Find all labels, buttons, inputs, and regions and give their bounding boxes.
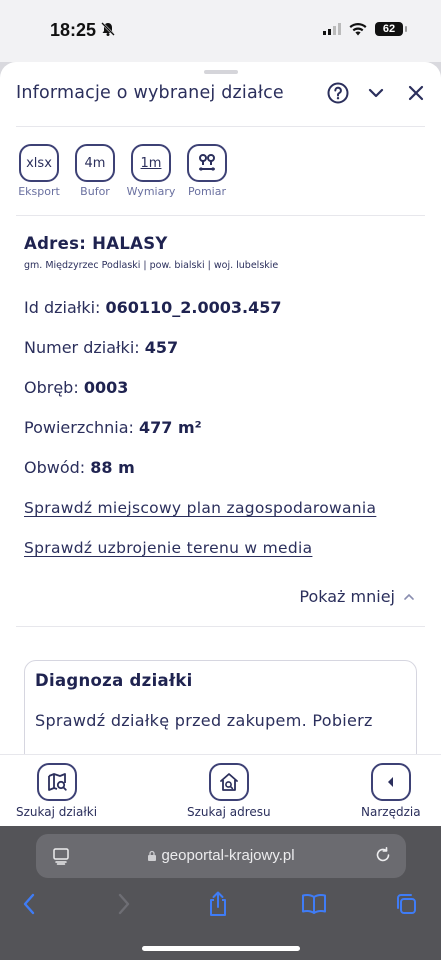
collapse-button[interactable] — [363, 80, 389, 106]
parcel-address-region: gm. Międzyrzec Podlaski | pow. bialski |… — [24, 260, 279, 271]
area-value: 477 m² — [139, 418, 202, 437]
house-search-icon — [208, 763, 249, 801]
chevron-down-icon — [368, 88, 384, 98]
share-button[interactable] — [206, 891, 230, 916]
export-label: Eksport — [18, 185, 60, 198]
buffer-icon: 4m — [75, 144, 115, 182]
precinct-value: 0003 — [83, 378, 129, 397]
chevron-left-icon — [370, 763, 411, 801]
header-divider — [16, 126, 425, 127]
tools-label: Narzędzia — [361, 805, 421, 819]
parcel-id-value: 060110_2.0003.457 — [105, 298, 282, 317]
show-less-button[interactable]: Pokaż mniej — [299, 587, 415, 606]
book-icon — [302, 894, 326, 914]
area-row: Powierzchnia: 477 m² — [24, 418, 202, 437]
bookmarks-button[interactable] — [300, 892, 328, 916]
zoning-plan-link[interactable]: Sprawdź miejscowy plan zagospodarowania — [24, 499, 376, 517]
close-button[interactable] — [403, 80, 429, 106]
diagnosis-card[interactable]: Diagnoza działki Sprawdź działkę przed z… — [24, 660, 417, 754]
area-label: Powierzchnia: — [24, 418, 140, 437]
search-parcel-label: Szukaj działki — [16, 805, 98, 819]
tabs-icon — [397, 894, 416, 914]
battery-icon: 62 — [375, 22, 407, 36]
precinct-label: Obręb: — [24, 378, 84, 397]
url-text: geoportal-krajowy.pl — [161, 847, 295, 864]
xlsx-icon: xlsx — [19, 144, 59, 182]
parcel-address: Adres: HALASY — [24, 234, 168, 253]
perimeter-label: Obwód: — [24, 458, 91, 477]
help-icon — [327, 82, 349, 104]
tools-row: xlsx Eksport 4m Bufor 1m Wymiary Pomiar — [14, 144, 232, 198]
diagnosis-title: Diagnoza działki — [35, 671, 193, 690]
lock-icon — [148, 850, 157, 861]
search-address-label: Szukaj adresu — [187, 805, 271, 819]
forward-arrow-icon — [118, 893, 130, 915]
sheet-grabber[interactable] — [204, 70, 238, 74]
search-parcel-button[interactable]: Szukaj działki — [16, 763, 97, 819]
details-divider — [16, 626, 425, 627]
tools-button[interactable]: Narzędzia — [361, 763, 421, 819]
tools-divider — [16, 215, 425, 216]
back-arrow-icon — [23, 893, 35, 915]
perimeter-value: 88 m — [90, 458, 135, 477]
parcel-info-sheet: Informacje o wybranej działce xlsx Ekspo… — [0, 62, 441, 754]
address-bar[interactable]: geoportal-krajowy.pl — [36, 834, 406, 878]
parcel-number-label: Numer działki: — [24, 338, 145, 357]
status-time: 18:25 — [50, 20, 97, 40]
cellular-signal-icon — [323, 23, 341, 35]
parcel-number-value: 457 — [144, 338, 179, 357]
sheet-title: Informacje o wybranej działce — [16, 83, 284, 103]
wifi-icon — [349, 23, 367, 36]
tabs-button[interactable] — [394, 892, 418, 916]
ruler-icon: 1m — [131, 144, 171, 182]
dimensions-tool[interactable]: 1m Wymiary — [126, 144, 176, 198]
parcel-id-row: Id działki: 060110_2.0003.457 — [24, 298, 282, 317]
search-address-button[interactable]: Szukaj adresu — [187, 763, 271, 819]
measure-tool[interactable]: Pomiar — [182, 144, 232, 198]
export-icon-text: xlsx — [26, 155, 52, 171]
buffer-label: Bufor — [80, 185, 110, 198]
buffer-tool[interactable]: 4m Bufor — [70, 144, 120, 198]
share-icon — [210, 891, 226, 916]
dimensions-label: Wymiary — [126, 185, 176, 198]
back-button[interactable] — [17, 892, 41, 916]
export-tool[interactable]: xlsx Eksport — [14, 144, 64, 198]
perimeter-row: Obwód: 88 m — [24, 458, 135, 477]
map-search-icon — [36, 763, 77, 801]
close-icon — [408, 85, 424, 101]
utilities-link[interactable]: Sprawdź uzbrojenie terenu w media — [24, 539, 312, 557]
precinct-row: Obręb: 0003 — [24, 378, 128, 397]
buffer-icon-text: 4m — [84, 155, 106, 171]
diagnosis-text: Sprawdź działkę przed zakupem. Pobierz — [35, 711, 373, 730]
show-less-label: Pokaż mniej — [299, 587, 395, 606]
browser-toolbar: geoportal-krajowy.pl — [0, 826, 441, 960]
chevron-up-icon — [404, 593, 414, 600]
help-button[interactable] — [325, 80, 351, 106]
forward-button[interactable] — [112, 892, 136, 916]
measure-label: Pomiar — [187, 185, 226, 198]
parcel-number-row: Numer działki: 457 — [24, 338, 178, 357]
dimensions-icon-text: 1m — [140, 155, 162, 171]
bottom-nav: Szukaj działki Szukaj adresu Narzędzia — [0, 754, 441, 826]
pin-pair-icon — [187, 144, 227, 182]
home-indicator[interactable] — [142, 946, 300, 951]
reload-icon[interactable] — [374, 846, 392, 864]
url-display: geoportal-krajowy.pl — [36, 847, 406, 864]
bell-muted-icon — [100, 21, 116, 41]
status-bar: 18:25 62 — [0, 0, 441, 62]
parcel-id-label: Id działki: — [24, 298, 106, 317]
